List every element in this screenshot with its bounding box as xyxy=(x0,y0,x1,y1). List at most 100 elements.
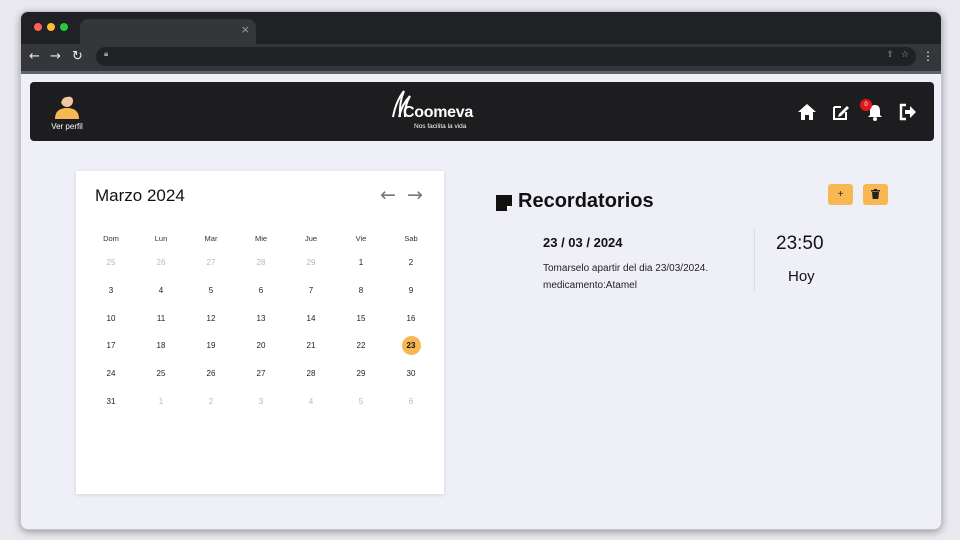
maximize-window-icon[interactable] xyxy=(60,23,68,31)
calendar-day[interactable]: 30 xyxy=(386,360,436,388)
calendar-week-row: 3 4 5 6 7 8 9 xyxy=(86,277,436,305)
notifications-button[interactable]: 0 xyxy=(860,99,885,122)
calendar-day[interactable]: 29 xyxy=(286,249,336,277)
calendar-day[interactable]: 24 xyxy=(86,360,136,388)
calendar-day[interactable]: 20 xyxy=(236,332,286,360)
calendar-card: Marzo 2024 ← → Dom Lun Mar Mie Jue Vie Sab 25 26… xyxy=(76,171,444,494)
forward-icon[interactable]: → xyxy=(50,49,61,65)
calendar-day[interactable]: 6 xyxy=(386,387,436,415)
calendar-day[interactable]: 16 xyxy=(386,304,436,332)
calendar-day[interactable]: 28 xyxy=(286,360,336,388)
calendar-day[interactable]: 27 xyxy=(236,360,286,388)
calendar-day[interactable]: 25 xyxy=(136,360,186,388)
calendar-day[interactable]: 18 xyxy=(136,332,186,360)
calendar-day-number: 18 xyxy=(156,341,166,351)
calendar-day[interactable]: 14 xyxy=(286,304,336,332)
previous-month-arrow-icon[interactable]: ← xyxy=(380,184,396,206)
calendar-week-row: 24 25 26 27 28 29 30 xyxy=(86,360,436,388)
calendar-day-number: 5 xyxy=(358,396,364,406)
calendar-day[interactable]: 15 xyxy=(336,304,386,332)
edit-icon[interactable] xyxy=(831,102,851,122)
calendar-day-number: 3 xyxy=(258,396,264,406)
calendar-day[interactable]: 22 xyxy=(336,332,386,360)
app-navbar: Ver perfil Coomeva Nos facilita la vida xyxy=(30,82,934,141)
calendar-day-number: 26 xyxy=(206,369,216,379)
calendar-day-number: 1 xyxy=(358,258,364,268)
calendar-day-number: 2 xyxy=(208,396,214,406)
calendar-day-number: 21 xyxy=(306,341,316,351)
calendar-day[interactable]: 5 xyxy=(186,277,236,305)
calendar-day[interactable]: 8 xyxy=(336,277,386,305)
calendar-day[interactable]: 12 xyxy=(186,304,236,332)
calendar-day[interactable]: 26 xyxy=(186,360,236,388)
close-window-icon[interactable] xyxy=(34,23,42,31)
logo-tagline: Nos facilita la vida xyxy=(414,123,467,130)
calendar-day[interactable]: 25 xyxy=(86,249,136,277)
calendar-day-number: 24 xyxy=(106,369,116,379)
calendar-day[interactable]: 2 xyxy=(186,387,236,415)
browser-tab[interactable]: × xyxy=(80,19,256,44)
next-month-arrow-icon[interactable]: → xyxy=(407,184,423,206)
calendar-day[interactable]: 7 xyxy=(286,277,336,305)
calendar-day[interactable]: 27 xyxy=(186,249,236,277)
calendar-day-number: 11 xyxy=(156,313,166,323)
share-icon[interactable]: ⇪ xyxy=(886,50,894,60)
weekday-label: Jue xyxy=(304,233,318,243)
calendar-day-number: 7 xyxy=(308,286,314,296)
calendar-week-row: 10 11 12 13 14 15 16 xyxy=(86,304,436,332)
logo-name: Coomeva xyxy=(403,104,473,121)
bookmark-star-icon[interactable]: ☆ xyxy=(901,50,909,60)
calendar-day[interactable]: 28 xyxy=(236,249,286,277)
weekday-label: Mie xyxy=(254,233,268,243)
calendar-day[interactable]: 21 xyxy=(286,332,336,360)
calendar-day[interactable]: 13 xyxy=(236,304,286,332)
calendar-day[interactable]: 29 xyxy=(336,360,386,388)
calendar-week-row: 31 1 2 3 4 5 6 xyxy=(86,387,436,415)
add-reminder-button[interactable]: + xyxy=(828,184,853,205)
calendar-day[interactable]: 3 xyxy=(236,387,286,415)
logout-icon[interactable] xyxy=(898,102,918,122)
calendar-day[interactable]: 26 xyxy=(136,249,186,277)
calendar-day[interactable]: 2 xyxy=(386,249,436,277)
calendar-day-number: 27 xyxy=(206,258,216,268)
calendar-day-number: 29 xyxy=(306,258,316,268)
calendar-day-today[interactable]: 23 xyxy=(386,332,436,360)
calendar-day[interactable]: 9 xyxy=(386,277,436,305)
calendar-day[interactable]: 3 xyxy=(86,277,136,305)
calendar-day[interactable]: 5 xyxy=(336,387,386,415)
minimize-window-icon[interactable] xyxy=(47,23,55,31)
reminder-day: Hoy xyxy=(788,268,815,285)
calendar-day[interactable]: 1 xyxy=(336,249,386,277)
calendar-day-number: 15 xyxy=(356,313,366,323)
calendar-day[interactable]: 31 xyxy=(86,387,136,415)
profile-link[interactable]: Ver perfil xyxy=(45,91,89,131)
calendar-day[interactable]: 19 xyxy=(186,332,236,360)
address-bar[interactable]: 🔒︎ ⇪ ☆ xyxy=(96,47,916,66)
calendar-day[interactable]: 10 xyxy=(86,304,136,332)
calendar-day-number: 20 xyxy=(256,341,266,351)
calendar-day[interactable]: 6 xyxy=(236,277,286,305)
calendar-day-number: 4 xyxy=(158,286,164,296)
reload-icon[interactable]: ↻ xyxy=(72,49,83,65)
calendar-day[interactable]: 1 xyxy=(136,387,186,415)
calendar-day-number: 27 xyxy=(256,369,266,379)
calendar-day-number: 30 xyxy=(406,369,416,379)
delete-reminder-button[interactable] xyxy=(863,184,888,205)
calendar-day[interactable]: 4 xyxy=(136,277,186,305)
calendar-day-number: 6 xyxy=(258,286,264,296)
weekday-label: Vie xyxy=(355,233,367,243)
browser-menu-icon[interactable]: ⋮ xyxy=(922,49,934,63)
back-icon[interactable]: ← xyxy=(29,49,40,65)
calendar-day[interactable]: 17 xyxy=(86,332,136,360)
calendar-day-number: 2 xyxy=(408,258,414,268)
calendar-day[interactable]: 4 xyxy=(286,387,336,415)
calendar-day-number: 8 xyxy=(358,286,364,296)
weekday-label: Mar xyxy=(204,233,218,243)
coomeva-logo[interactable]: Coomeva Nos facilita la vida xyxy=(390,89,480,133)
trash-icon xyxy=(871,189,880,200)
calendar-day[interactable]: 11 xyxy=(136,304,186,332)
tab-close-icon[interactable]: × xyxy=(241,23,250,36)
calendar-day-number: 13 xyxy=(256,313,266,323)
home-icon[interactable] xyxy=(797,102,817,122)
reminders-title: Recordatorios xyxy=(518,190,654,212)
